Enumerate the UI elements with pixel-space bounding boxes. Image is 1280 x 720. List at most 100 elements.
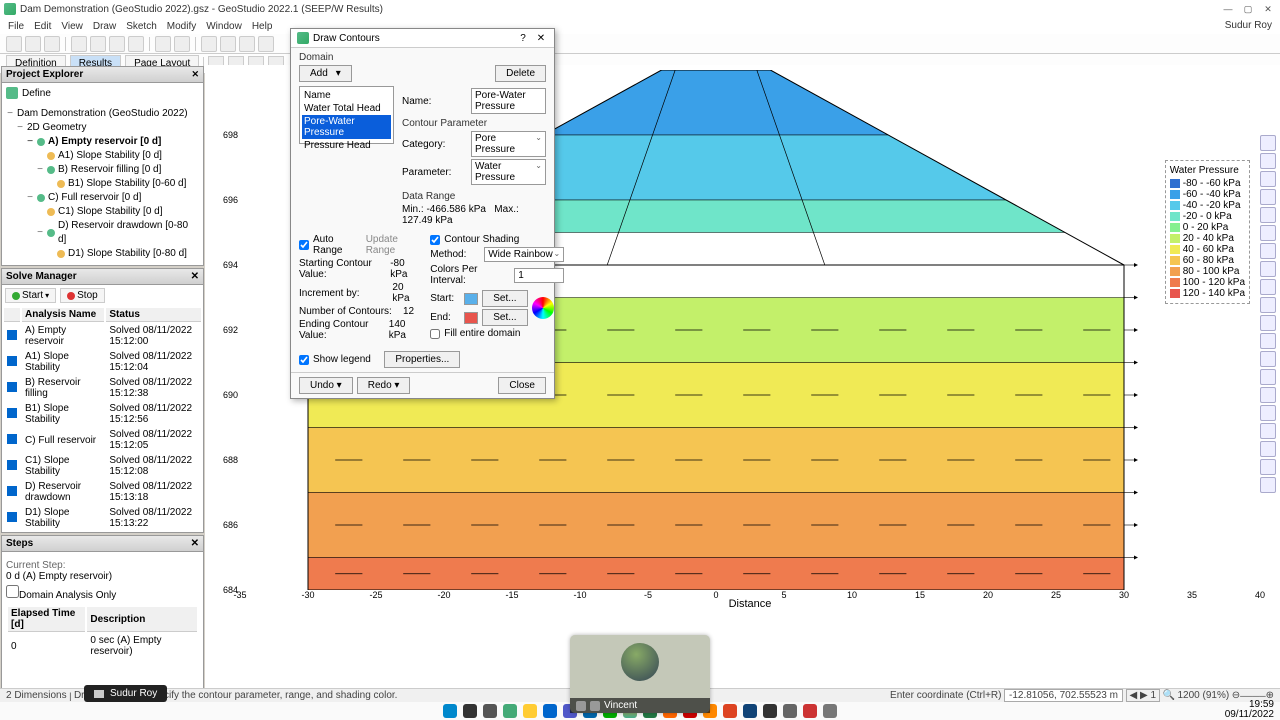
tree-a1[interactable]: A1) Slope Stability [0 d] [36, 149, 199, 163]
vtool-icon[interactable] [1260, 297, 1276, 313]
vtool-icon[interactable] [1260, 243, 1276, 259]
vtool-icon[interactable] [1260, 351, 1276, 367]
maximize-button[interactable]: ▢ [1240, 2, 1256, 16]
set-start-button[interactable]: Set... [482, 290, 527, 307]
tree-a[interactable]: −A) Empty reservoir [0 d] [26, 135, 199, 149]
contour-legend[interactable]: Water Pressure -80 - -60 kPa-60 - -40 kP… [1165, 160, 1250, 304]
set-end-button[interactable]: Set... [482, 309, 527, 326]
contour-shading-checkbox[interactable] [430, 235, 440, 245]
participant-tile[interactable]: Vincent [570, 635, 710, 713]
close-window-button[interactable]: ✕ [1260, 2, 1276, 16]
paste-icon[interactable] [128, 36, 144, 52]
tree-c[interactable]: −C) Full reservoir [0 d] [26, 191, 199, 205]
coord-value[interactable]: -12.81056, 702.55523 m [1004, 689, 1123, 702]
tree-root[interactable]: −Dam Demonstration (GeoStudio 2022) [6, 107, 199, 121]
vtool-icon[interactable] [1260, 225, 1276, 241]
steam-icon[interactable] [743, 704, 757, 718]
solve-row[interactable]: C) Full reservoirSolved 08/11/2022 15:12… [4, 428, 201, 452]
close-icon[interactable]: ✕ [191, 271, 199, 282]
taskview-icon[interactable] [483, 704, 497, 718]
explorer-icon[interactable] [523, 704, 537, 718]
vtool-icon[interactable] [1260, 135, 1276, 151]
list-item[interactable]: Pressure Head [302, 139, 391, 152]
tool-icon[interactable] [201, 36, 217, 52]
tool-icon[interactable] [239, 36, 255, 52]
show-legend-checkbox[interactable] [299, 355, 309, 365]
dialog-close-button[interactable]: ✕ [534, 33, 548, 44]
vtool-icon[interactable] [1260, 369, 1276, 385]
cut-icon[interactable] [90, 36, 106, 52]
add-button[interactable]: Add▾ [299, 65, 352, 82]
outlook-icon[interactable] [543, 704, 557, 718]
category-combo[interactable]: Pore Pressure⌄ [471, 131, 546, 157]
menu-draw[interactable]: Draw [93, 21, 116, 32]
list-item-selected[interactable]: Pore-Water Pressure [302, 115, 391, 139]
menu-view[interactable]: View [61, 21, 83, 32]
app-icon[interactable] [803, 704, 817, 718]
vtool-icon[interactable] [1260, 459, 1276, 475]
tool-icon[interactable] [220, 36, 236, 52]
close-dialog-button[interactable]: Close [498, 377, 546, 394]
menu-modify[interactable]: Modify [167, 21, 196, 32]
domain-only-checkbox[interactable] [6, 585, 19, 598]
vtool-icon[interactable] [1260, 387, 1276, 403]
fill-domain-checkbox[interactable] [430, 329, 440, 339]
print-icon[interactable] [71, 36, 87, 52]
tree-b[interactable]: −B) Reservoir filling [0 d] [36, 163, 199, 177]
zoom-icon[interactable]: 🔍 [1163, 690, 1175, 701]
app-icon[interactable] [783, 704, 797, 718]
vtool-icon[interactable] [1260, 189, 1276, 205]
menu-help[interactable]: Help [252, 21, 273, 32]
menu-window[interactable]: Window [206, 21, 242, 32]
vtool-icon[interactable] [1260, 315, 1276, 331]
app-icon[interactable] [503, 704, 517, 718]
stop-button[interactable]: Stop [60, 288, 105, 303]
copy-icon[interactable] [109, 36, 125, 52]
vtool-icon[interactable] [1260, 171, 1276, 187]
vtool-icon[interactable] [1260, 441, 1276, 457]
domain-list[interactable]: Name Water Total Head Pore-Water Pressur… [299, 86, 394, 144]
delete-button[interactable]: Delete [495, 65, 546, 82]
vtool-icon[interactable] [1260, 477, 1276, 493]
tree-b1[interactable]: B1) Slope Stability [0-60 d] [46, 177, 199, 191]
vtool-icon[interactable] [1260, 405, 1276, 421]
solve-row[interactable]: B1) Slope StabilitySolved 08/11/2022 15:… [4, 402, 201, 426]
tree-c1[interactable]: C1) Slope Stability [0 d] [36, 205, 199, 219]
start-icon[interactable] [443, 704, 457, 718]
colorwheel-icon[interactable] [532, 297, 554, 319]
step-row[interactable]: 00 sec (A) Empty reservoir) [8, 634, 197, 658]
solve-row[interactable]: A1) Slope StabilitySolved 08/11/2022 15:… [4, 350, 201, 374]
start-button[interactable]: Start▾ [5, 288, 56, 303]
redo-button[interactable]: Redo ▾ [357, 377, 411, 394]
search-icon[interactable] [463, 704, 477, 718]
solve-row[interactable]: C1) Slope StabilitySolved 08/11/2022 15:… [4, 454, 201, 478]
name-field[interactable]: Pore-Water Pressure [471, 88, 546, 114]
list-item[interactable]: Water Total Head [302, 102, 391, 115]
parameter-combo[interactable]: Water Pressure⌄ [471, 159, 546, 185]
minimize-button[interactable]: — [1220, 2, 1236, 16]
save-icon[interactable] [44, 36, 60, 52]
method-combo[interactable]: Wide Rainbow⌄ [484, 247, 564, 262]
tree-geometry[interactable]: −2D Geometry [16, 121, 199, 135]
open-icon[interactable] [25, 36, 41, 52]
vtool-icon[interactable] [1260, 423, 1276, 439]
new-icon[interactable] [6, 36, 22, 52]
undo-icon[interactable] [155, 36, 171, 52]
redo-icon[interactable] [174, 36, 190, 52]
auto-range-checkbox[interactable] [299, 240, 309, 250]
solve-row[interactable]: A) Empty reservoirSolved 08/11/2022 15:1… [4, 324, 201, 348]
help-button[interactable]: ? [516, 33, 530, 44]
define-label[interactable]: Define [22, 88, 51, 99]
system-clock[interactable]: 19:5909/11/2022 [1225, 700, 1274, 720]
tree-d[interactable]: −D) Reservoir drawdown [0-80 d] [36, 219, 199, 247]
tool-icon[interactable] [258, 36, 274, 52]
solve-row[interactable]: D) Reservoir drawdownSolved 08/11/2022 1… [4, 480, 201, 504]
update-range-button[interactable]: Update Range [366, 234, 421, 256]
ppt-icon[interactable] [723, 704, 737, 718]
solve-row[interactable]: B) Reservoir fillingSolved 08/11/2022 15… [4, 376, 201, 400]
menu-file[interactable]: File [8, 21, 24, 32]
menu-sketch[interactable]: Sketch [126, 21, 157, 32]
tree-d1[interactable]: D1) Slope Stability [0-80 d] [46, 247, 199, 261]
vtool-icon[interactable] [1260, 261, 1276, 277]
close-icon[interactable]: ✕ [191, 538, 199, 549]
